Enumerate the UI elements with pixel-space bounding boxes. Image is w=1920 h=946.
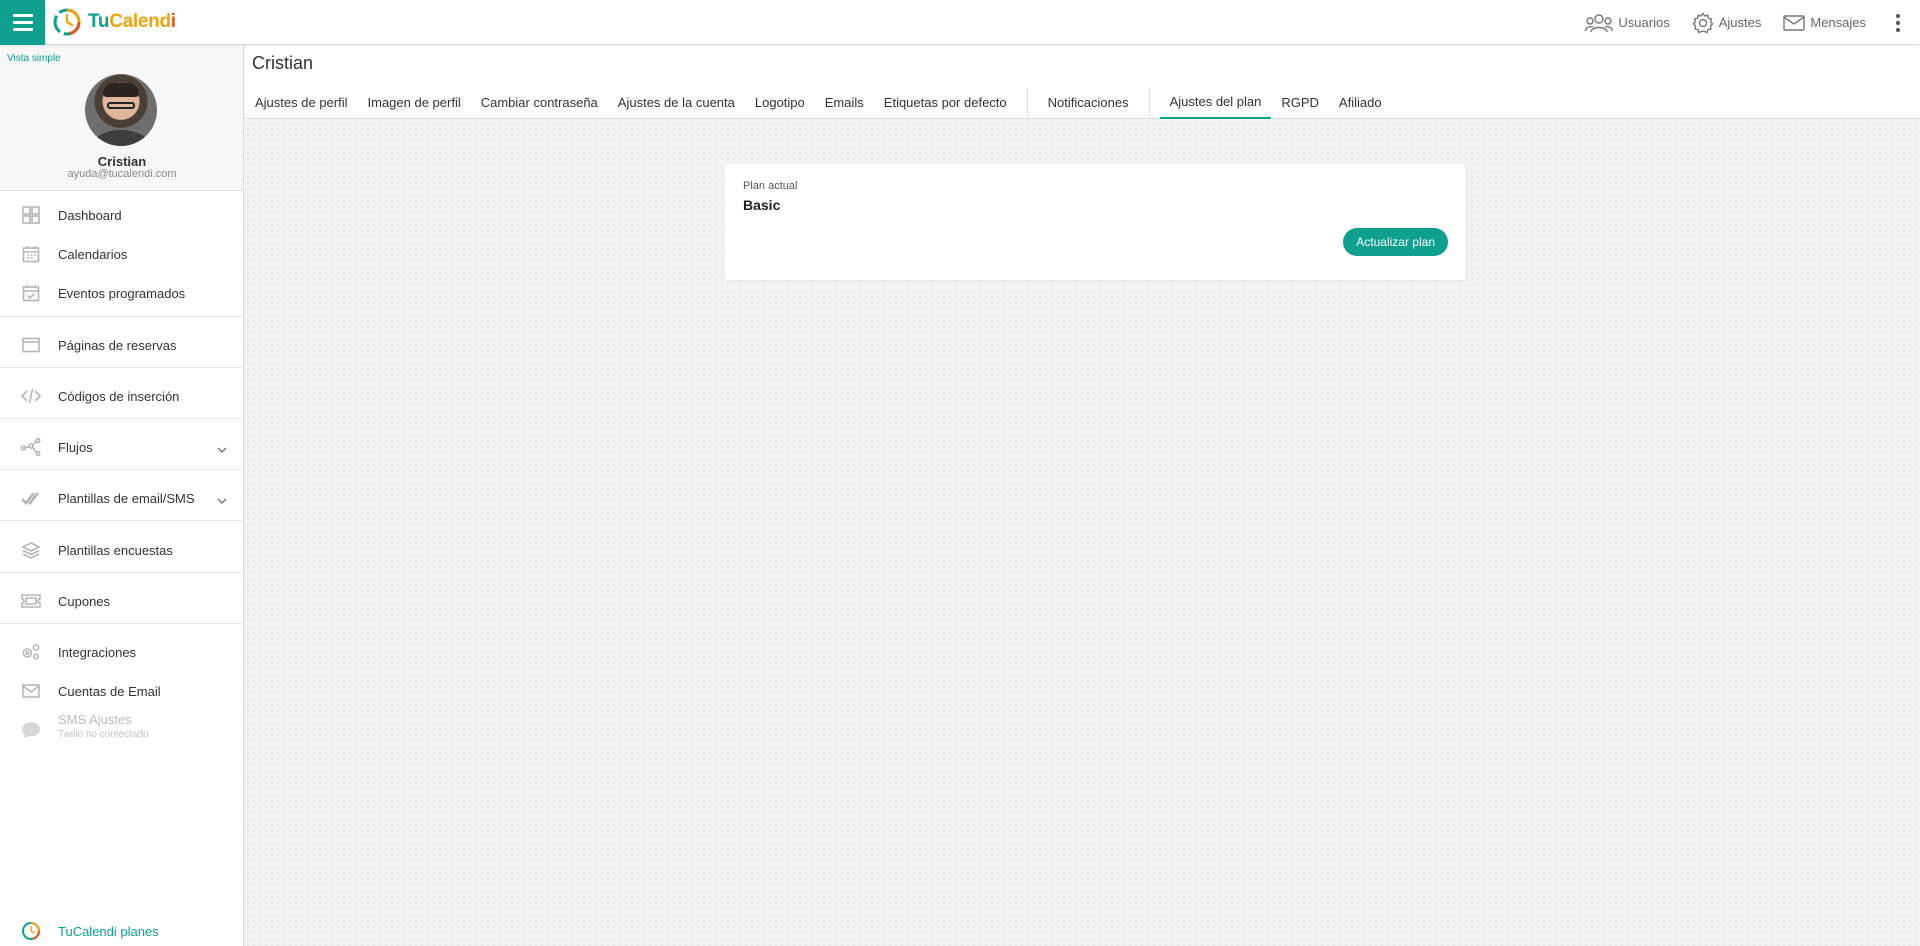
sidebar-item-integraciones[interactable]: Integraciones — [0, 635, 243, 669]
messages-button[interactable]: Mensajes — [1783, 14, 1866, 31]
top-actions: Usuarios Ajustes Mensajes — [1585, 0, 1920, 45]
current-plan-card: Plan actual Basic Actualizar plan — [725, 164, 1466, 280]
calendar-check-icon — [21, 283, 41, 303]
users-label: Usuarios — [1618, 15, 1670, 30]
sidebar-item-cupones[interactable]: Cupones — [0, 584, 243, 618]
dashboard-icon — [21, 205, 41, 225]
sidebar-item-plantillas-email[interactable]: Plantillas de email/SMS — [0, 481, 243, 515]
plan-label: Plan actual — [743, 180, 798, 192]
workflow-icon — [21, 437, 41, 457]
sidebar-item-flujos[interactable]: Flujos — [0, 430, 243, 464]
gears-icon — [21, 642, 41, 662]
settings-label: Ajustes — [1718, 15, 1762, 30]
tab-emails[interactable]: Emails — [815, 86, 874, 119]
sidebar-item-label: Dashboard — [58, 207, 122, 223]
tucalendi-plans-link[interactable]: TuCalendi planes — [0, 916, 243, 946]
tab-divider — [1026, 88, 1028, 117]
tab-etiquetas[interactable]: Etiquetas por defecto — [874, 86, 1017, 119]
sidebar-item-cuentas-email[interactable]: Cuentas de Email — [0, 674, 243, 708]
tab-imagen-perfil[interactable]: Imagen de perfil — [358, 86, 471, 119]
tab-rgpd[interactable]: RGPD — [1271, 86, 1329, 119]
sidebar-item-label: Integraciones — [58, 644, 137, 660]
sidebar-item-label: SMS Ajustes — [58, 712, 132, 727]
double-check-icon — [21, 488, 41, 508]
main-content: Plan actual Basic Actualizar plan — [245, 120, 1920, 946]
users-button[interactable]: Usuarios — [1585, 13, 1670, 33]
users-icon — [1585, 13, 1614, 32]
top-bar: TuCalendi Usuarios Ajustes Mensajes — [0, 0, 1920, 45]
tab-afiliado[interactable]: Afiliado — [1329, 86, 1392, 119]
ticket-icon — [21, 591, 41, 611]
sidebar-item-dashboard[interactable]: Dashboard — [0, 198, 243, 232]
sidebar: Vista simple Cristian ayuda@tucalendi.co… — [0, 45, 244, 946]
profile-section: Vista simple Cristian ayuda@tucalendi.co… — [0, 45, 243, 191]
plans-link-label: TuCalendi planes — [58, 923, 159, 939]
app-logo[interactable]: TuCalendi — [52, 7, 176, 37]
hamburger-icon — [12, 14, 33, 17]
sms-status-text: Twilio no contectado — [58, 729, 149, 740]
sidebar-item-label: Eventos programados — [58, 285, 186, 301]
profile-email: ayuda@tucalendi.com — [67, 168, 177, 180]
logo-text: TuCalendi — [88, 11, 176, 32]
sidebar-item-codigos[interactable]: Códigos de inserción — [0, 379, 243, 413]
sidebar-item-label: Cupones — [58, 593, 111, 609]
sidebar-item-label: Cuentas de Email — [58, 683, 161, 699]
tab-cambiar-contrasena[interactable]: Cambiar contraseña — [471, 86, 608, 119]
menu-toggle-button[interactable] — [0, 0, 45, 45]
tab-ajustes-plan[interactable]: Ajustes del plan — [1159, 86, 1272, 119]
tab-ajustes-perfil[interactable]: Ajustes de perfil — [245, 86, 358, 119]
profile-name: Cristian — [97, 154, 147, 169]
more-options-button[interactable] — [1888, 13, 1908, 32]
simple-view-link[interactable]: Vista simple — [7, 53, 61, 64]
logo-clock-icon — [21, 921, 41, 941]
sidebar-item-calendarios[interactable]: Calendarios — [0, 237, 243, 271]
browser-window-icon — [21, 335, 41, 355]
envelope-icon — [21, 681, 41, 701]
upgrade-plan-button[interactable]: Actualizar plan — [1343, 228, 1448, 256]
tab-ajustes-cuenta[interactable]: Ajustes de la cuenta — [608, 86, 745, 119]
settings-button[interactable]: Ajustes — [1692, 11, 1762, 34]
sidebar-item-plantillas-encuestas[interactable]: Plantillas encuestas — [0, 533, 243, 567]
sidebar-item-label: Plantillas de email/SMS — [58, 490, 195, 506]
page-title: Cristian — [252, 53, 314, 73]
tab-logotipo[interactable]: Logotipo — [745, 86, 815, 119]
settings-tabs: Ajustes de perfil Imagen de perfil Cambi… — [245, 86, 1392, 119]
messages-label: Mensajes — [1810, 15, 1866, 30]
page-header: Cristian Ajustes de perfil Imagen de per… — [245, 45, 1920, 119]
calendar-icon — [21, 244, 41, 264]
sidebar-item-label: Plantillas encuestas — [58, 542, 173, 558]
envelope-icon — [1783, 14, 1806, 31]
logo-clock-icon — [53, 8, 81, 36]
gear-icon — [1692, 11, 1714, 33]
plan-value: Basic — [743, 197, 781, 213]
tab-divider — [1148, 88, 1150, 117]
code-icon — [21, 386, 41, 406]
chevron-down-icon — [217, 493, 227, 505]
sidebar-item-sms-ajustes: SMS Ajustes Twilio no contectado — [0, 712, 243, 747]
sidebar-item-label: Páginas de reservas — [58, 337, 177, 353]
kebab-icon — [1896, 13, 1900, 18]
sidebar-item-paginas[interactable]: Páginas de reservas — [0, 328, 243, 362]
sidebar-item-eventos[interactable]: Eventos programados — [0, 276, 243, 310]
chat-bubble-icon — [21, 720, 41, 740]
avatar[interactable] — [85, 74, 157, 146]
sidebar-item-label: Flujos — [58, 439, 93, 455]
sidebar-item-label: Códigos de inserción — [58, 388, 180, 404]
tab-notificaciones[interactable]: Notificaciones — [1038, 86, 1139, 119]
sidebar-item-label: Calendarios — [58, 246, 128, 262]
layers-icon — [21, 540, 41, 560]
chevron-down-icon — [217, 442, 227, 454]
